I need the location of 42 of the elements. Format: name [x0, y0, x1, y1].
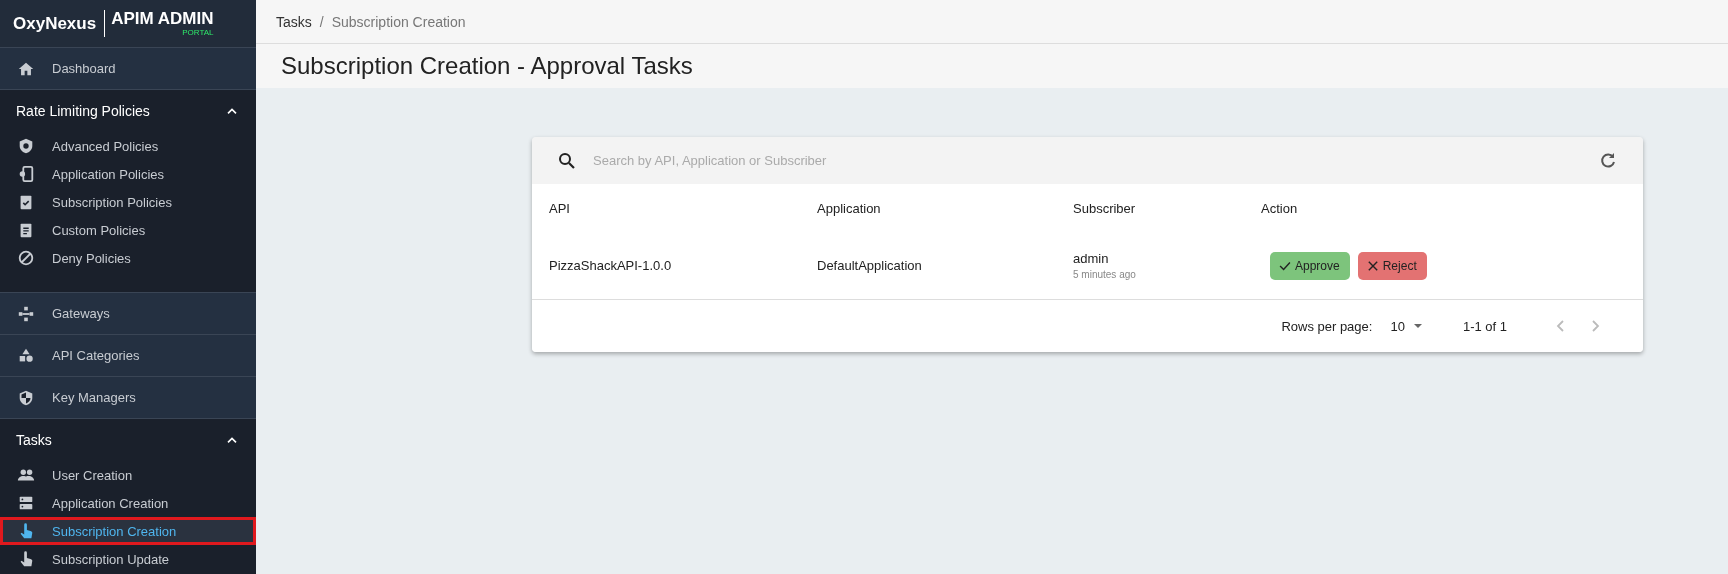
server-icon: [17, 494, 35, 512]
rows-per-page-select[interactable]: 10: [1390, 318, 1423, 334]
sidebar-item[interactable]: Application Creation: [0, 489, 256, 517]
product-name: APIM ADMIN: [111, 10, 214, 28]
search-icon: [557, 150, 577, 171]
page-title: Subscription Creation - Approval Tasks: [281, 52, 693, 80]
page-range: 1-1 of 1: [1462, 318, 1507, 334]
sidebar-item[interactable]: Dashboard: [0, 48, 256, 90]
sidebar-item[interactable]: Advanced Policies: [0, 132, 256, 160]
rows-per-page-label: Rows per page:: [1281, 318, 1373, 334]
sidebar-item[interactable]: Subscription Creation: [0, 517, 256, 545]
search-field[interactable]: Search by API, Application or Subscriber: [591, 152, 1584, 169]
column-header: Action: [1261, 200, 1299, 216]
nodes-icon: [17, 304, 35, 323]
dropdown-icon: [1412, 321, 1423, 331]
section-header[interactable]: Rate Limiting Policies: [0, 90, 256, 132]
column-header: Subscriber: [1073, 200, 1137, 216]
breadcrumb-item: Subscription Creation: [331, 13, 466, 30]
sidebar-item[interactable]: User Creation: [0, 461, 256, 489]
table-cell-text: PizzaShackAPI-1.0.0: [549, 258, 673, 273]
sidebar-item[interactable]: Subscription Policies: [0, 188, 256, 216]
section-header[interactable]: Tasks: [0, 419, 256, 461]
subscriber-name: admin: [1073, 251, 1110, 266]
table-cell-text: DefaultApplication: [817, 258, 923, 273]
reject-button[interactable]: Reject: [1357, 251, 1427, 280]
column-header: Application: [817, 200, 882, 216]
timestamp: 5 minutes ago: [1073, 269, 1137, 280]
sidebar-item[interactable]: Key Managers: [0, 377, 256, 419]
sidebar-item[interactable]: Deny Policies: [0, 244, 256, 272]
column-header: API: [549, 200, 571, 216]
block-icon: [17, 249, 35, 267]
sidebar-item[interactable]: Gateways: [0, 293, 256, 335]
brand-logo: OxyNexus: [13, 13, 97, 34]
sidebar-item[interactable]: Custom Policies: [0, 216, 256, 244]
shield-icon: [17, 388, 35, 407]
sidebar-item[interactable]: API Categories: [0, 335, 256, 377]
product-tagline: PORTAL: [182, 28, 214, 37]
sidebar-item[interactable]: Application Policies: [0, 160, 256, 188]
approve-button[interactable]: Approve: [1270, 251, 1350, 280]
breadcrumb-separator: /: [319, 13, 324, 30]
sidebar-item[interactable]: Subscription Update: [0, 545, 256, 573]
breadcrumb-item[interactable]: Tasks: [276, 13, 312, 30]
